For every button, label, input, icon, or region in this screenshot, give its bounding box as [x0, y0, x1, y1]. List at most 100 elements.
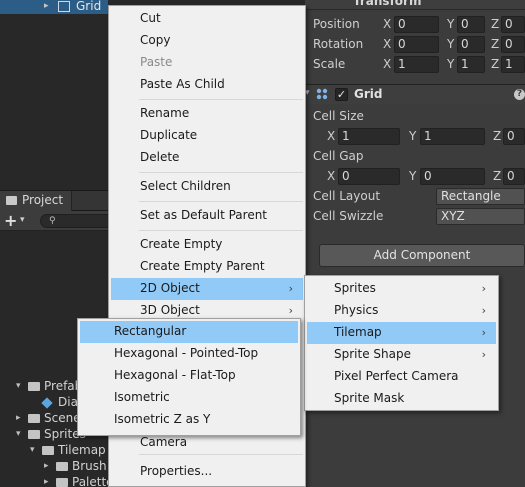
- chevron-down-icon[interactable]: ▾: [16, 381, 21, 391]
- search-input[interactable]: ⚲: [40, 214, 110, 228]
- menu-item-physics[interactable]: Physics ›: [307, 300, 496, 322]
- menu-item-delete[interactable]: Delete: [111, 147, 303, 169]
- hierarchy-item-label: Grid: [76, 0, 102, 13]
- menu-item-select-children[interactable]: Select Children: [111, 176, 303, 198]
- cell-gap-y-field[interactable]: 0: [420, 168, 485, 185]
- cell-gap-z-field[interactable]: 0: [503, 168, 525, 185]
- menu-item-set-as-default-parent[interactable]: Set as Default Parent: [111, 205, 303, 227]
- menu-item-2d-object[interactable]: 2D Object ›: [111, 278, 303, 300]
- tree-item-label: Tilemap: [58, 443, 106, 457]
- position-y-field[interactable]: 0: [457, 16, 485, 33]
- menu-separator: [139, 230, 303, 231]
- axis-z-label: Z: [493, 169, 502, 183]
- menu-item-cut[interactable]: Cut: [111, 8, 303, 30]
- menu-item-label: Set as Default Parent: [140, 208, 268, 222]
- cell-swizzle-label: Cell Swizzle: [313, 209, 384, 223]
- menu-item-label: Select Children: [140, 179, 231, 193]
- chevron-right-icon[interactable]: ▸: [44, 461, 49, 471]
- chevron-right-icon[interactable]: ▸: [44, 477, 49, 487]
- menu-item-sprite-mask[interactable]: Sprite Mask: [307, 388, 496, 410]
- tree-item-label: Scene: [44, 411, 81, 425]
- cell-swizzle-select[interactable]: XYZ: [436, 208, 525, 225]
- menu-item-create-empty-parent[interactable]: Create Empty Parent: [111, 256, 303, 278]
- menu-item-label: Hexagonal - Pointed-Top: [114, 346, 259, 360]
- grid-icon: [316, 88, 328, 100]
- folder-icon: [56, 462, 68, 471]
- menu-item-label: Tilemap: [334, 325, 382, 339]
- menu-item-label: Rename: [140, 106, 190, 120]
- expand-arrow-icon[interactable]: ▸: [44, 0, 49, 12]
- cell-size-x-field[interactable]: 1: [338, 128, 400, 145]
- scale-z-field[interactable]: 1: [501, 56, 525, 73]
- axis-y-label: Y: [447, 37, 455, 51]
- menu-item-rename[interactable]: Rename: [111, 103, 303, 125]
- rotation-x-field[interactable]: 0: [394, 36, 439, 53]
- menu-item-rectangular[interactable]: Rectangular: [80, 321, 298, 343]
- submenu-tilemap: Rectangular Hexagonal - Pointed-Top Hexago…: [77, 318, 301, 436]
- component-enabled-checkbox[interactable]: ✓: [335, 88, 348, 101]
- menu-item-duplicate[interactable]: Duplicate: [111, 125, 303, 147]
- menu-item-pixel-perfect-camera[interactable]: Pixel Perfect Camera: [307, 366, 496, 388]
- tree-item[interactable]: ▸ Brush: [0, 459, 110, 475]
- menu-item-sprites[interactable]: Sprites ›: [307, 278, 496, 300]
- menu-item-label: Create Empty: [140, 237, 223, 251]
- position-x-field[interactable]: 0: [394, 16, 439, 33]
- menu-separator: [139, 99, 303, 100]
- menu-separator: [139, 454, 303, 455]
- menu-item-paste: Paste: [111, 52, 303, 74]
- axis-x-label: X: [327, 169, 336, 183]
- chevron-right-icon[interactable]: ▸: [16, 413, 21, 423]
- add-asset-button[interactable]: +: [4, 213, 17, 229]
- grid-component-header[interactable]: ▾ ✓ Grid ?: [305, 84, 525, 104]
- menu-item-label: Duplicate: [140, 128, 198, 142]
- menu-item-isometric[interactable]: Isometric: [80, 387, 298, 409]
- folder-icon: [6, 196, 17, 205]
- chevron-down-icon[interactable]: ▾: [20, 215, 25, 225]
- tab-project[interactable]: Project: [0, 191, 72, 211]
- axis-z-label: Z: [491, 57, 500, 71]
- scale-x-field[interactable]: 1: [394, 56, 439, 73]
- add-component-button[interactable]: Add Component: [319, 244, 525, 267]
- help-icon[interactable]: ?: [514, 89, 525, 100]
- menu-item-hexagonal-flat-top[interactable]: Hexagonal - Flat-Top: [80, 365, 298, 387]
- menu-separator: [139, 201, 303, 202]
- cell-layout-row: Cell Layout Rectangle: [305, 188, 525, 206]
- menu-item-hexagonal-pointed-top[interactable]: Hexagonal - Pointed-Top: [80, 343, 298, 365]
- menu-item-tilemap[interactable]: Tilemap ›: [307, 322, 496, 344]
- cell-gap-label: Cell Gap: [313, 149, 364, 163]
- axis-x-label: X: [383, 37, 392, 51]
- rotation-z-field[interactable]: 0: [501, 36, 525, 53]
- prefab-icon: [41, 397, 53, 409]
- menu-item-paste-as-child[interactable]: Paste As Child: [111, 74, 303, 96]
- rotation-y-field[interactable]: 0: [457, 36, 485, 53]
- hierarchy-row-grid[interactable]: ▸ Grid: [0, 0, 108, 14]
- tree-item[interactable]: ▾ Tilemap: [0, 443, 110, 459]
- chevron-down-icon[interactable]: ▾: [30, 445, 35, 455]
- menu-item-properties[interactable]: Properties...: [111, 461, 303, 483]
- menu-item-label: Isometric: [114, 390, 170, 404]
- menu-item-create-empty[interactable]: Create Empty: [111, 234, 303, 256]
- menu-item-label: Physics: [334, 303, 379, 317]
- folder-icon: [56, 478, 68, 487]
- axis-z-label: Z: [491, 37, 500, 51]
- component-title: Grid: [354, 87, 383, 101]
- scale-y-field[interactable]: 1: [457, 56, 485, 73]
- transform-header[interactable]: Transform: [305, 0, 525, 10]
- search-icon: ⚲: [49, 216, 56, 226]
- cell-size-y-field[interactable]: 1: [420, 128, 485, 145]
- cell-gap-x-field[interactable]: 0: [338, 168, 400, 185]
- position-z-field[interactable]: 0: [501, 16, 525, 33]
- tree-item[interactable]: ▸ Palette: [0, 475, 114, 487]
- menu-item-isometric-z-as-y[interactable]: Isometric Z as Y: [80, 409, 298, 431]
- chevron-down-icon[interactable]: ▾: [16, 429, 21, 439]
- menu-item-label: Sprite Shape: [334, 347, 411, 361]
- transform-label: Scale: [313, 57, 346, 71]
- cell-size-z-field[interactable]: 0: [503, 128, 525, 145]
- inspector-panel: Transform Position X 0 Y 0 Z 0 Rotation X 0 Y 0 Z 0 Sc…: [305, 0, 525, 487]
- menu-item-copy[interactable]: Copy: [111, 30, 303, 52]
- menu-item-sprite-shape[interactable]: Sprite Shape ›: [307, 344, 496, 366]
- axis-x-label: X: [327, 129, 336, 143]
- menu-item-label: Paste As Child: [140, 77, 225, 91]
- cell-layout-select[interactable]: Rectangle: [436, 188, 525, 205]
- transform-row-position: Position X 0 Y 0 Z 0: [305, 16, 525, 34]
